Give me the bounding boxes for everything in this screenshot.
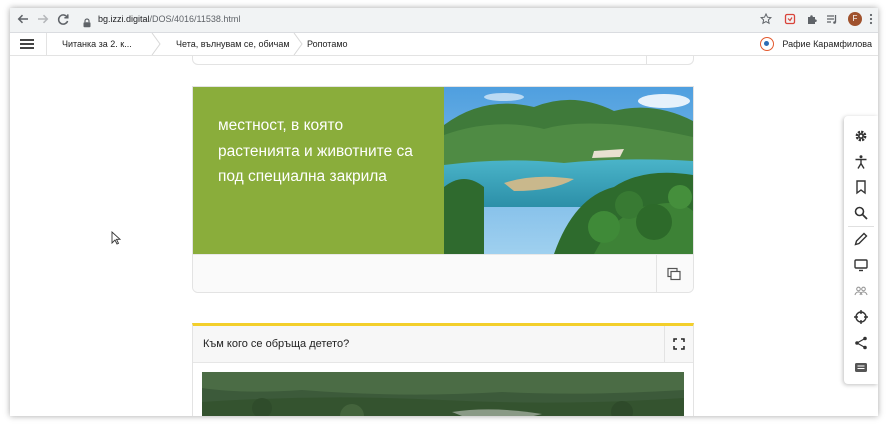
menu-icon[interactable]	[20, 39, 34, 49]
gallery-icon[interactable]	[667, 267, 681, 281]
breadcrumb-item[interactable]: Читанка за 2. к...	[48, 33, 132, 55]
breadcrumb-separator	[151, 33, 161, 55]
side-toolbar	[844, 116, 878, 384]
search-icon[interactable]	[853, 205, 869, 221]
browser-toolbar: bg.izzi.digital/DOS/4016/11538.html F	[10, 8, 878, 33]
star-icon[interactable]	[760, 13, 772, 25]
definition-panel: местност, в която растенията и животните…	[193, 87, 444, 254]
settings-icon[interactable]	[853, 128, 869, 144]
extension-shield-icon[interactable]	[784, 13, 796, 25]
extensions-puzzle-icon[interactable]	[806, 13, 818, 25]
question-card-header: Към кого се обръща детето?	[193, 326, 693, 363]
question-title: Към кого се обръща детето?	[203, 338, 350, 350]
reading-list-icon[interactable]	[826, 13, 838, 25]
previous-card-footer	[192, 56, 694, 65]
fullscreen-icon[interactable]	[673, 338, 685, 350]
forward-icon[interactable]	[36, 12, 50, 26]
users-icon[interactable]	[853, 283, 869, 299]
breadcrumb-item[interactable]: Чета, вълнувам се, обичам	[162, 33, 290, 55]
main-content: местност, в която растенията и животните…	[10, 56, 878, 416]
browser-window: bg.izzi.digital/DOS/4016/11538.html F Чи…	[10, 8, 878, 416]
url-text: bg.izzi.digital/DOS/4016/11538.html	[98, 14, 241, 24]
card-footer	[193, 254, 693, 292]
reservoir-landscape-image	[444, 87, 693, 254]
question-card: Към кого се обръща детето?	[192, 323, 694, 416]
forest-aerial-image	[202, 372, 684, 416]
pencil-icon[interactable]	[853, 231, 869, 247]
bookmark-icon[interactable]	[853, 179, 869, 195]
user-name: Рафие Карамфилова	[782, 39, 872, 49]
share-icon[interactable]	[853, 335, 869, 351]
school-logo-icon	[760, 37, 775, 51]
chat-icon[interactable]	[853, 360, 869, 376]
kebab-menu-icon[interactable]	[868, 13, 874, 25]
reload-icon[interactable]	[56, 12, 70, 26]
accessibility-icon[interactable]	[853, 154, 869, 170]
definition-card: местност, в която растенията и животните…	[192, 86, 694, 293]
back-icon[interactable]	[16, 12, 30, 26]
definition-text: местност, в която растенията и животните…	[218, 117, 413, 185]
profile-avatar[interactable]: F	[848, 12, 862, 26]
breadcrumb: Читанка за 2. к... Чета, вълнувам се, об…	[10, 33, 878, 56]
address-bar[interactable]: bg.izzi.digital/DOS/4016/11538.html	[76, 11, 766, 29]
breadcrumb-item[interactable]: Ропотамо	[293, 33, 348, 55]
user-area[interactable]: Рафие Карамфилова	[760, 33, 872, 55]
target-icon[interactable]	[853, 309, 869, 325]
lock-icon[interactable]	[82, 15, 92, 28]
mouse-cursor-icon	[111, 231, 121, 245]
presentation-icon[interactable]	[853, 257, 869, 273]
